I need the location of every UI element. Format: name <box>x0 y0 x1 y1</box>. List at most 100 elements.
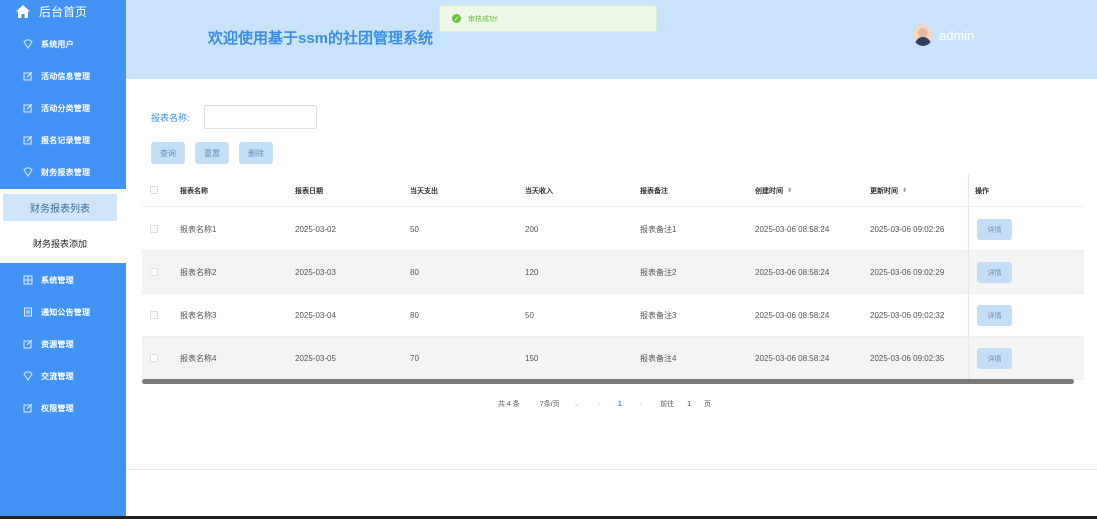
column-header-updated-label: 更新时间 <box>870 187 898 195</box>
cell-created: 2025-03-06 08:58:24 <box>755 354 830 363</box>
row-checkbox[interactable] <box>150 225 158 233</box>
cell-remark: 报表备注4 <box>640 354 677 363</box>
cell-name: 报表名称1 <box>180 225 217 234</box>
cell-remark: 报表备注3 <box>640 311 677 320</box>
goto-label: 前往 <box>660 401 675 408</box>
column-header-name: 报表名称 <box>180 187 208 195</box>
cell-name: 报表名称2 <box>180 268 217 277</box>
content-divider <box>126 469 1097 470</box>
sidebar-item-users[interactable]: 系统用户 <box>0 28 126 60</box>
doc-icon <box>22 306 34 318</box>
cell-income: 150 <box>525 354 539 363</box>
cell-date: 2025-03-04 <box>295 311 336 320</box>
reset-button[interactable]: 重置 <box>195 142 229 164</box>
submenu-item-finance-list[interactable]: 财务报表列表 <box>3 194 117 221</box>
cell-updated: 2025-03-06 09:02:32 <box>870 311 945 320</box>
table-row: 报表名称4 2025-03-05 70 150 报表备注4 2025-03-06… <box>142 337 1084 380</box>
sidebar: 后台首页 系统用户 活动信息管理 活动分类管理 报名记录管理 财务报表管理 财务… <box>0 0 126 519</box>
sidebar-item-label: 系统用户 <box>41 39 74 49</box>
next-page-icon[interactable]: › <box>640 401 642 408</box>
table-row: 报表名称1 2025-03-02 50 200 报表备注1 2025-03-06… <box>142 208 1084 251</box>
column-header-remark: 报表备注 <box>640 187 668 195</box>
fixed-column-divider <box>968 174 969 380</box>
sidebar-item-activity-category[interactable]: 活动分类管理 <box>0 92 126 124</box>
column-header-action: 操作 <box>975 187 989 195</box>
sort-icon[interactable]: ⬍ <box>787 187 792 194</box>
cell-expense: 80 <box>410 268 419 277</box>
row-checkbox[interactable] <box>150 268 158 276</box>
report-name-input[interactable] <box>204 105 317 129</box>
sort-icon[interactable]: ⬍ <box>902 187 907 194</box>
cell-updated: 2025-03-06 09:02:26 <box>870 225 945 234</box>
column-header-created-label: 创建时间 <box>755 187 783 195</box>
sidebar-item-signup-records[interactable]: 报名记录管理 <box>0 124 126 156</box>
column-header-created[interactable]: 创建时间 ⬍ <box>755 174 792 207</box>
cell-expense: 80 <box>410 311 419 320</box>
cell-expense: 70 <box>410 354 419 363</box>
avatar <box>913 24 933 46</box>
cell-updated: 2025-03-06 09:02:29 <box>870 268 945 277</box>
sidebar-item-label: 财务报表管理 <box>41 167 91 177</box>
row-checkbox[interactable] <box>150 354 158 362</box>
cell-remark: 报表备注1 <box>640 225 677 234</box>
grid-icon <box>22 274 34 286</box>
sidebar-item-label: 系统管理 <box>41 275 74 285</box>
sidebar-item-system[interactable]: 系统管理 <box>0 264 126 296</box>
sidebar-item-permissions[interactable]: 权限管理 <box>0 392 126 424</box>
column-header-updated[interactable]: 更新时间 ⬍ <box>870 174 907 207</box>
sidebar-item-label: 通知公告管理 <box>41 307 91 317</box>
pagination-total: 共 4 条 <box>498 401 520 408</box>
detail-button[interactable]: 详情 <box>977 262 1012 283</box>
search-label: 报表名称: <box>151 113 190 123</box>
check-icon: ✓ <box>452 14 461 23</box>
delete-button[interactable]: 删除 <box>239 142 273 164</box>
cell-created: 2025-03-06 08:58:24 <box>755 268 830 277</box>
edit-icon <box>22 134 34 146</box>
submenu-item-finance-add[interactable]: 财务报表添加 <box>3 230 117 257</box>
table-row: 报表名称3 2025-03-04 80 50 报表备注3 2025-03-06 … <box>142 294 1084 337</box>
page-number-current[interactable]: 1 <box>618 401 622 408</box>
cell-income: 200 <box>525 225 539 234</box>
row-checkbox[interactable] <box>150 311 158 319</box>
sidebar-item-notice[interactable]: 通知公告管理 <box>0 296 126 328</box>
sidebar-item-label: 活动信息管理 <box>41 71 91 81</box>
cell-income: 50 <box>525 311 534 320</box>
column-header-expense: 当天支出 <box>410 187 438 195</box>
pagination: 共 4 条 7条/页 ⌄ ‹ 1 › 前往 1 页 <box>498 398 711 410</box>
chevron-down-icon[interactable]: ⌄ <box>574 400 580 408</box>
cell-income: 120 <box>525 268 539 277</box>
sidebar-item-finance[interactable]: 财务报表管理 <box>0 156 126 188</box>
sidebar-home-label: 后台首页 <box>39 4 88 19</box>
goto-page-input[interactable]: 1 <box>687 401 691 408</box>
table-header: 报表名称 报表日期 当天支出 当天收入 报表备注 创建时间 ⬍ 更新时间 ⬍ 操作 <box>142 174 1084 207</box>
edit-icon <box>22 402 34 414</box>
user-menu[interactable]: admin <box>913 24 974 46</box>
sidebar-item-label: 资源管理 <box>41 339 74 349</box>
page-size-select[interactable]: 7条/页 <box>540 399 560 409</box>
select-all-checkbox[interactable] <box>150 186 158 194</box>
toast-text: 审核成功! <box>468 15 498 23</box>
edit-icon <box>22 70 34 82</box>
prev-page-icon[interactable]: ‹ <box>598 401 600 408</box>
cell-name: 报表名称4 <box>180 354 217 363</box>
sidebar-item-communication[interactable]: 交流管理 <box>0 360 126 392</box>
sidebar-item-label: 权限管理 <box>41 403 74 413</box>
cell-updated: 2025-03-06 09:02:35 <box>870 354 945 363</box>
query-button[interactable]: 查询 <box>151 142 185 164</box>
cell-created: 2025-03-06 08:58:24 <box>755 225 830 234</box>
sidebar-item-label: 报名记录管理 <box>41 135 91 145</box>
cell-date: 2025-03-05 <box>295 354 336 363</box>
table-row: 报表名称2 2025-03-03 80 120 报表备注2 2025-03-06… <box>142 251 1084 294</box>
detail-button[interactable]: 详情 <box>977 348 1012 369</box>
detail-button[interactable]: 详情 <box>977 219 1012 240</box>
detail-button[interactable]: 详情 <box>977 305 1012 326</box>
column-header-income: 当天收入 <box>525 187 553 195</box>
cell-remark: 报表备注2 <box>640 268 677 277</box>
edit-icon <box>22 338 34 350</box>
sidebar-item-activity-info[interactable]: 活动信息管理 <box>0 60 126 92</box>
horizontal-scrollbar[interactable] <box>142 379 1074 384</box>
sidebar-home[interactable]: 后台首页 <box>0 0 126 22</box>
cell-created: 2025-03-06 08:58:24 <box>755 311 830 320</box>
sidebar-item-resources[interactable]: 资源管理 <box>0 328 126 360</box>
cell-date: 2025-03-03 <box>295 268 336 277</box>
